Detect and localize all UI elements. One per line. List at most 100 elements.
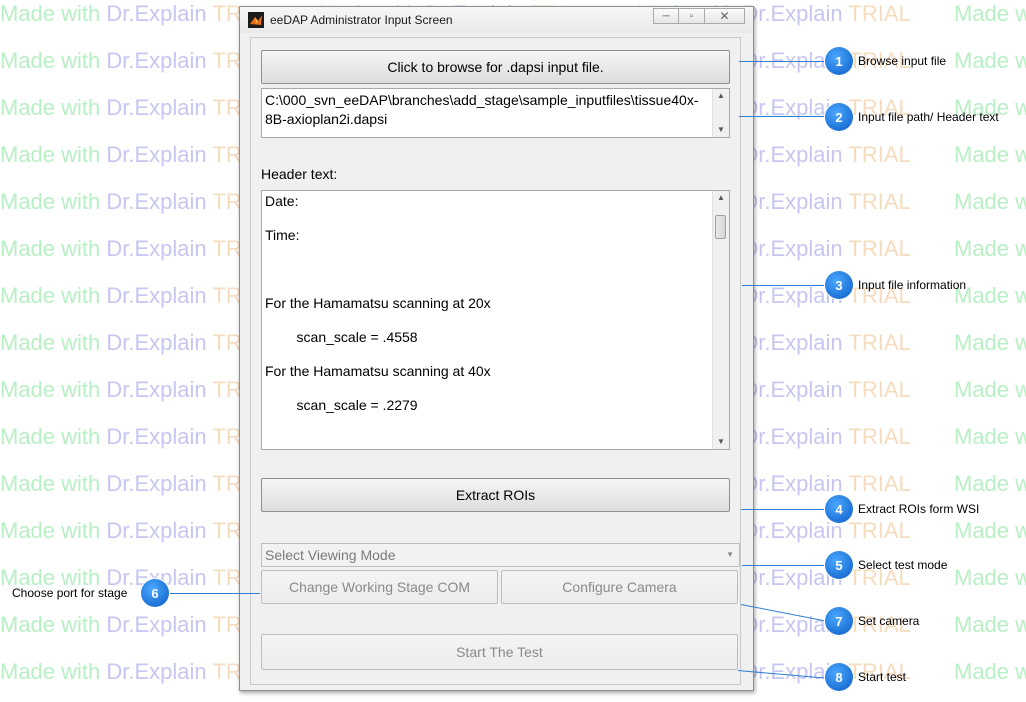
configure-camera-button[interactable]: Configure Camera (501, 570, 738, 604)
watermark-text: Made with Dr.Explain TRIAL (954, 189, 1026, 215)
watermark-fragment: Dr.Explain (106, 424, 213, 449)
callout-badge-8: 8 (825, 663, 853, 691)
window-title: eeDAP Administrator Input Screen (270, 13, 453, 27)
title-bar[interactable]: eeDAP Administrator Input Screen ─ ▫ ✕ (240, 7, 753, 33)
header-line-blank (265, 260, 709, 294)
callout-badge-3: 3 (825, 271, 853, 299)
callout-line-1 (739, 61, 825, 62)
watermark-fragment: Made with (0, 1, 107, 26)
watermark-fragment: Dr.Explain (106, 612, 213, 637)
watermark-text: Made with Dr.Explain TRIAL (954, 612, 1026, 638)
watermark-fragment: Dr.Explain (106, 236, 213, 261)
callout-text-7: Set camera (858, 614, 920, 628)
chevron-down-icon: ▼ (726, 550, 734, 559)
watermark-fragment: Dr.Explain (106, 659, 213, 684)
scroll-down-icon[interactable]: ▼ (713, 435, 729, 449)
callout-badge-5: 5 (825, 551, 853, 579)
callout-text-8: Start test (858, 670, 907, 684)
minimize-icon: ─ (662, 10, 670, 22)
scroll-up-icon[interactable]: ▲ (713, 191, 729, 205)
main-panel: Click to browse for .dapsi input file. C… (250, 37, 741, 685)
header-line-20x-scale: scan_scale = .4558 (281, 329, 418, 345)
callout-text-2: Input file path/ Header text (858, 110, 999, 124)
watermark-text: Made with Dr.Explain TRIAL (954, 48, 1026, 74)
watermark-fragment: Made with (0, 95, 107, 120)
watermark-text: Made with Dr.Explain TRIAL (954, 659, 1026, 685)
close-icon: ✕ (719, 9, 730, 23)
close-button[interactable]: ✕ (705, 8, 745, 24)
watermark-fragment: TRIAL (848, 236, 911, 261)
watermark-fragment: Made with (0, 612, 107, 637)
callout-text-1: Browse input file (858, 54, 947, 68)
maximize-button[interactable]: ▫ (679, 8, 705, 24)
callout-badge-7: 7 (825, 607, 853, 635)
extract-rois-button[interactable]: Extract ROIs (261, 478, 730, 512)
watermark-fragment: Made with (0, 189, 107, 214)
watermark-fragment: Dr.Explain (106, 283, 213, 308)
watermark-text: Made with Dr.Explain TRIAL (954, 471, 1026, 497)
scroll-thumb[interactable] (715, 215, 726, 239)
callout-text-5: Select test mode (858, 558, 948, 572)
watermark-fragment: Made with (0, 236, 107, 261)
header-line-40x-scale: scan_scale = .2279 (281, 397, 418, 413)
watermark-fragment: Dr.Explain (106, 189, 213, 214)
watermark-fragment: Made with (954, 565, 1026, 590)
callout-text-6: Choose port for stage (12, 586, 128, 600)
file-path-scrollbar[interactable]: ▲ ▼ (712, 89, 729, 137)
watermark-fragment: TRIAL (848, 518, 911, 543)
watermark-fragment: Dr.Explain (742, 471, 849, 496)
callout-badge-1: 1 (825, 47, 853, 75)
watermark-fragment: Made with (954, 330, 1026, 355)
header-line-date: Date: (265, 193, 299, 209)
watermark-fragment: Dr.Explain (106, 48, 213, 73)
scroll-up-icon[interactable]: ▲ (713, 89, 729, 103)
header-line-time: Time: (265, 227, 300, 243)
watermark-fragment: Dr.Explain (106, 1, 213, 26)
watermark-fragment: Dr.Explain (742, 1, 849, 26)
watermark-text: Made with Dr.Explain TRIAL (954, 377, 1026, 403)
viewing-mode-select[interactable]: Select Viewing Mode ▼ (261, 543, 740, 567)
change-stage-com-button[interactable]: Change Working Stage COM (261, 570, 498, 604)
file-path-line-1: C:\000_svn_eeDAP\branches\add_stage\samp… (265, 92, 699, 108)
watermark-text: Made with Dr.Explain TRIAL (954, 565, 1026, 591)
watermark-fragment: Made with (0, 471, 107, 496)
watermark-fragment: Dr.Explain (742, 330, 849, 355)
callout-badge-4: 4 (825, 495, 853, 523)
watermark-text: Made with Dr.Explain TRIAL (954, 142, 1026, 168)
browse-file-button[interactable]: Click to browse for .dapsi input file. (261, 50, 730, 84)
watermark-fragment: Dr.Explain (106, 142, 213, 167)
watermark-text: Made with Dr.Explain TRIAL (954, 518, 1026, 544)
watermark-fragment: Dr.Explain (742, 142, 849, 167)
watermark-text: Made with Dr.Explain TRIAL (954, 1, 1026, 27)
start-test-button[interactable]: Start The Test (261, 634, 738, 670)
watermark-fragment: Dr.Explain (742, 189, 849, 214)
file-path-line-2: 8B-axioplan2i.dapsi (265, 111, 388, 127)
watermark-fragment: TRIAL (848, 1, 911, 26)
watermark-fragment: Made with (0, 518, 107, 543)
watermark-fragment: TRIAL (848, 189, 911, 214)
watermark-fragment: Dr.Explain (742, 424, 849, 449)
header-line-40x: For the Hamamatsu scanning at 40x (265, 363, 491, 379)
watermark-fragment: Made with (0, 142, 107, 167)
scroll-down-icon[interactable]: ▼ (713, 123, 729, 137)
header-text-label: Header text: (261, 166, 338, 182)
maximize-icon: ▫ (689, 10, 694, 22)
watermark-fragment: Dr.Explain (106, 518, 213, 543)
header-text-area[interactable]: Date: Time: For the Hamamatsu scanning a… (261, 190, 730, 450)
watermark-fragment: Made with (0, 424, 107, 449)
watermark-fragment: Dr.Explain (106, 330, 213, 355)
file-path-field[interactable]: C:\000_svn_eeDAP\branches\add_stage\samp… (261, 88, 730, 138)
watermark-fragment: TRIAL (848, 330, 911, 355)
watermark-fragment: Made with (954, 1, 1026, 26)
watermark-fragment: Made with (0, 377, 107, 402)
watermark-fragment: Dr.Explain (106, 95, 213, 120)
callout-text-3: Input file information (858, 278, 967, 292)
header-text-scrollbar[interactable]: ▲ ▼ (712, 191, 729, 449)
callout-badge-2: 2 (825, 103, 853, 131)
watermark-fragment: Dr.Explain (742, 236, 849, 261)
callout-text-4: Extract ROIs form WSI (858, 502, 980, 516)
minimize-button[interactable]: ─ (653, 8, 679, 24)
watermark-fragment: Made with (954, 236, 1026, 261)
header-line-20x: For the Hamamatsu scanning at 20x (265, 295, 491, 311)
watermark-text: Made with Dr.Explain TRIAL (954, 330, 1026, 356)
